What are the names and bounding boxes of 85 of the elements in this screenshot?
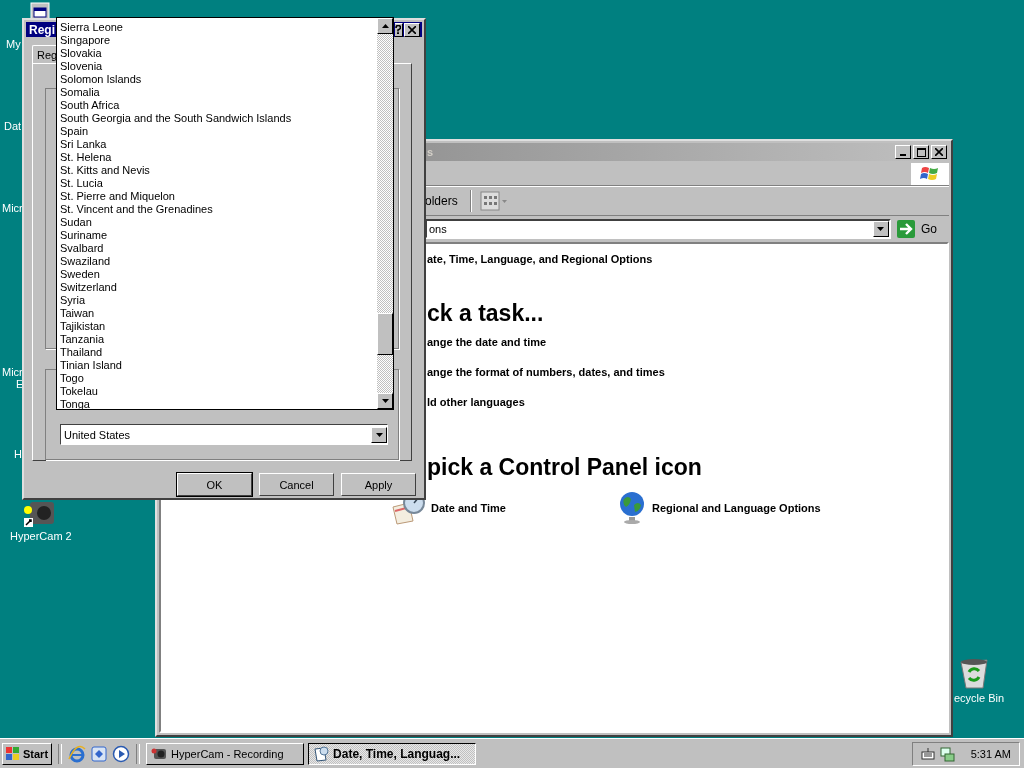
desktop-icon-label[interactable]: E [16,378,24,391]
list-item[interactable]: Tinian Island [60,359,122,372]
close-button[interactable] [931,145,947,159]
dialog-button[interactable]: Cancel [259,473,334,496]
list-item[interactable]: Sri Lanka [60,138,107,151]
close-icon [935,148,943,156]
address-field[interactable]: ons [425,219,891,239]
list-item[interactable]: Switzerland [60,281,117,294]
list-item[interactable]: Slovenia [60,60,103,73]
keyboard-icon[interactable] [920,746,935,761]
icon-heading: pick a Control Panel icon [427,453,702,481]
recycle-bin-icon[interactable] [958,656,990,690]
scrollbar[interactable] [377,18,393,409]
desktop-icon[interactable] [90,744,109,763]
task-link[interactable]: ld other languages [427,395,525,409]
up-arrow-icon [381,24,389,28]
down-arrow-icon [381,399,389,403]
list-item[interactable]: St. Lucia [60,177,103,190]
dialog-button[interactable]: OK [177,473,252,496]
control-panel-item[interactable]: Regional and Language Options [618,491,821,525]
desktop-icon-label[interactable]: HyperCam 2 [10,530,72,543]
scrollbar-thumb[interactable] [377,313,393,355]
help-button[interactable] [395,22,403,37]
list-item[interactable]: Taiwan [60,307,95,320]
list-item[interactable]: South Africa [60,99,120,112]
minimize-button[interactable] [895,145,911,159]
windows-logo-icon [6,747,20,760]
country-dropdown[interactable]: United States [60,424,388,445]
list-item[interactable]: St. Kitts and Nevis [60,164,150,177]
dialog-title: Regi [29,22,55,37]
close-button[interactable] [404,22,420,37]
taskbar-button[interactable]: HyperCam - Recording [146,742,305,765]
desktop-icon-label[interactable]: ecycle Bin [954,692,1005,705]
caret-icon [375,432,383,437]
windows-flag-icon [920,165,940,183]
list-item[interactable]: Sierra Leone [60,21,123,34]
list-item[interactable]: Suriname [60,229,108,242]
views-icon [479,191,508,211]
task-heading: ck a task... [427,299,544,327]
list-item[interactable]: Spain [60,125,89,138]
task-link[interactable]: ange the format of numbers, dates, and times [427,365,665,379]
list-item[interactable]: Thailand [60,346,103,359]
list-item[interactable]: St. Vincent and the Grenadines [60,203,213,216]
list-item[interactable]: Svalbard [60,242,104,255]
desktop-icon-label[interactable]: Dat [4,120,22,133]
taskbar-button[interactable]: Date, Time, Languag... [308,742,477,765]
list-item[interactable]: Togo [60,372,84,385]
arrow-icon [897,220,915,238]
list-item[interactable]: St. Helena [60,151,112,164]
start-button[interactable]: Start [2,742,53,765]
task-link[interactable]: ange the date and time [427,335,547,349]
close-icon [408,25,416,34]
list-item[interactable]: St. Pierre and Miquelon [60,190,175,203]
list-item[interactable]: Syria [60,294,86,307]
network-icon[interactable] [938,745,955,762]
views-button[interactable] [479,191,508,211]
desktop-icon-label[interactable]: My [6,38,21,51]
list-item[interactable]: Solomon Islands [60,73,142,86]
maximize-icon [916,147,926,157]
list-item[interactable]: Sweden [60,268,100,281]
list-item[interactable]: Sudan [60,216,92,229]
dialog-button[interactable]: Apply [341,473,416,496]
list-item[interactable]: Tanzania [60,333,105,346]
list-item[interactable]: Somalia [60,86,100,99]
folders-button[interactable]: olders [425,194,462,208]
list-item[interactable]: Singapore [60,34,111,47]
category-heading: ate, Time, Language, and Regional Options [427,253,653,265]
list-item[interactable]: Tajikistan [60,320,106,333]
desktop-icon-label[interactable]: Micr [2,366,23,379]
clock: 5:31 AM [970,747,1011,760]
browser-icon[interactable] [68,744,87,763]
caret-icon [877,227,885,231]
list-item[interactable]: South Georgia and the South Sandwich Islands [60,112,292,125]
list-item[interactable]: Tokelau [60,385,98,398]
maximize-button[interactable] [913,145,929,159]
list-item[interactable]: Swaziland [60,255,111,268]
globe-icon [618,491,646,525]
window-title: s [427,146,434,158]
media-player-icon[interactable] [112,744,131,763]
desktop-icon-label[interactable]: Micr [2,202,23,215]
desktop-icon-label[interactable]: H [14,448,22,461]
go-button[interactable]: Go [897,220,945,238]
calendar-clock-icon [313,745,330,762]
tab[interactable]: Reg [32,45,56,63]
list-item[interactable]: Slovakia [60,47,102,60]
